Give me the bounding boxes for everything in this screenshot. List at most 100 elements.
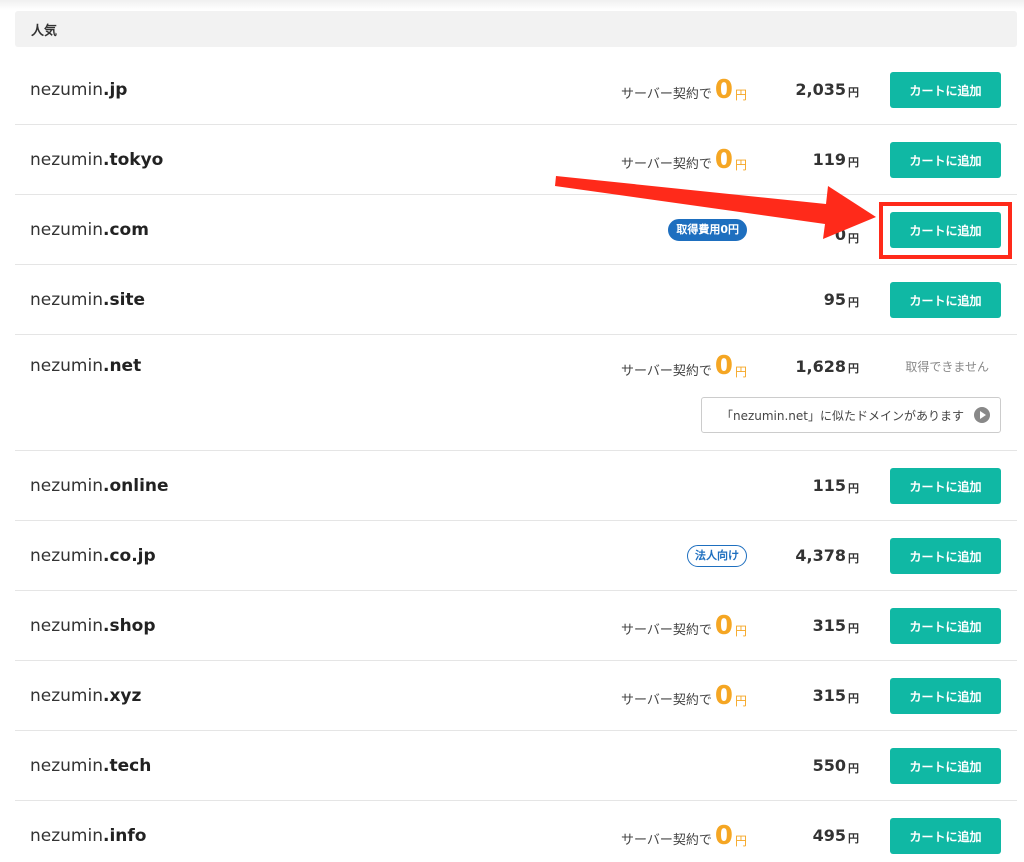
price-value: 550 [812,756,846,775]
server-promo: サーバー契約で 0 円 [621,55,747,124]
add-to-cart-button[interactable]: カートに追加 [890,748,1001,784]
domain-row-jp: nezumin .jp サーバー契約で 0 円 2,035 円 カートに追加 [15,55,1017,125]
promo-yen: 円 [734,364,747,379]
price-value: 1,628 [795,356,846,376]
price-yen: 円 [848,232,859,245]
domain-tld: .jp [103,79,128,100]
free-acquisition-badge: 取得費用0円 [668,195,747,264]
domain-name: nezumin .net [30,335,141,397]
promo-yen: 円 [734,694,747,708]
price-yen: 円 [848,831,859,845]
domain-label: nezumin [30,149,103,170]
price-yen: 円 [848,295,859,309]
domain-row-tech: nezumin .tech 550 円 カートに追加 [15,731,1017,801]
price-yen: 円 [848,362,859,375]
domain-name: nezumin .com [30,195,149,264]
promo-yen: 円 [734,624,747,638]
server-promo: サーバー契約で 0 円 [621,801,747,862]
domain-list-page: 人気 nezumin .jp サーバー契約で 0 円 2,035 円 カートに追加 … [0,0,1024,862]
add-to-cart-button[interactable]: カートに追加 [890,678,1001,714]
domain-row-online: nezumin .online 115 円 カートに追加 [15,451,1017,521]
price-value: 495 [812,826,846,845]
badge-label: 法人向け [687,544,747,567]
domain-tld: .xyz [103,685,142,706]
domain-label: nezumin [30,685,103,706]
add-to-cart-button[interactable]: カートに追加 [890,142,1001,178]
domain-tld: .tokyo [103,149,164,170]
promo-zero: 0 [714,680,733,711]
domain-tld: .site [103,289,146,310]
section-header: 人気 [15,11,1017,47]
domain-tld: .net [103,356,142,376]
promo-text: サーバー契約で [621,693,712,708]
section-title: 人気 [31,23,58,39]
price-value: 2,035 [795,80,846,99]
server-promo: サーバー契約で 0 円 [621,661,747,730]
promo-text: サーバー契約で [621,623,712,638]
price-value: 119 [812,150,846,169]
price-value: 315 [812,686,846,705]
corporate-badge: 法人向け [687,521,747,590]
domain-tld: .shop [103,615,156,636]
domain-tld: .tech [103,755,152,776]
price-yen: 円 [848,761,859,775]
domain-name: nezumin .online [30,451,169,520]
badge-label: 取得費用0円 [668,218,747,241]
server-promo: サーバー契約で 0 円 [621,591,747,660]
price-yen: 円 [848,691,859,705]
promo-yen: 円 [734,834,747,848]
price-yen: 円 [848,621,859,635]
price: 495 円 [813,801,859,862]
domain-label: nezumin [30,289,103,310]
domain-row-info: nezumin .info サーバー契約で 0 円 495 円 カートに追加 [15,801,1017,862]
domain-row-site: nezumin .site 95 円 カートに追加 [15,265,1017,335]
price-value: 315 [812,616,846,635]
server-promo: サーバー契約で 0 円 [621,335,747,397]
add-to-cart-button[interactable]: カートに追加 [890,468,1001,504]
domain-name: nezumin .tech [30,731,151,800]
top-shadow [0,0,1024,10]
add-to-cart-button[interactable]: カートに追加 [890,818,1001,854]
domain-label: nezumin [30,545,103,566]
price-value: 95 [823,290,846,309]
add-to-cart-button[interactable]: カートに追加 [890,212,1001,248]
price: 4,378 円 [795,521,859,590]
price: 119 円 [813,125,859,194]
promo-zero: 0 [714,144,733,175]
promo-text: サーバー契約で [621,833,712,848]
domain-name: nezumin .xyz [30,661,141,730]
price: 特別価格 0円 [822,210,859,245]
price-value: 4,378 [795,546,846,565]
domain-row-com: nezumin .com 取得費用0円 特別価格 0円 カートに追加 [15,195,1017,265]
price: 2,035 円 [795,55,859,124]
domain-label: nezumin [30,615,103,636]
promo-yen: 円 [734,88,747,102]
play-icon [974,407,990,423]
domain-tld: .online [103,475,169,496]
domain-row-tokyo: nezumin .tokyo サーバー契約で 0 円 119 円 カートに追加 [15,125,1017,195]
domain-name: nezumin .site [30,265,145,334]
promo-text: サーバー契約で [621,363,712,379]
promo-yen: 円 [734,158,747,172]
domain-row-co-jp: nezumin .co.jp 法人向け 4,378 円 カートに追加 [15,521,1017,591]
price-yen: 円 [848,481,859,495]
add-to-cart-button[interactable]: カートに追加 [890,72,1001,108]
add-to-cart-button[interactable]: カートに追加 [890,282,1001,318]
domain-row-xyz: nezumin .xyz サーバー契約で 0 円 315 円 カートに追加 [15,661,1017,731]
domain-name: nezumin .co.jp [30,521,156,590]
domain-name: nezumin .jp [30,55,127,124]
server-promo: サーバー契約で 0 円 [621,125,747,194]
special-price-note: 特別価格 [822,211,859,221]
add-to-cart-button[interactable]: カートに追加 [890,608,1001,644]
domain-name: nezumin .info [30,801,146,862]
domain-label: nezumin [30,755,103,776]
promo-zero: 0 [714,74,733,105]
price: 95 円 [824,265,859,334]
similar-domains-link[interactable]: 「nezumin.net」に似たドメインがあります [701,397,1001,433]
domain-name: nezumin .shop [30,591,156,660]
domain-label: nezumin [30,825,103,846]
price: 315 円 [813,591,859,660]
similar-domains-label: 「nezumin.net」に似たドメインがあります [720,408,964,423]
price-yen: 円 [848,551,859,565]
add-to-cart-button[interactable]: カートに追加 [890,538,1001,574]
